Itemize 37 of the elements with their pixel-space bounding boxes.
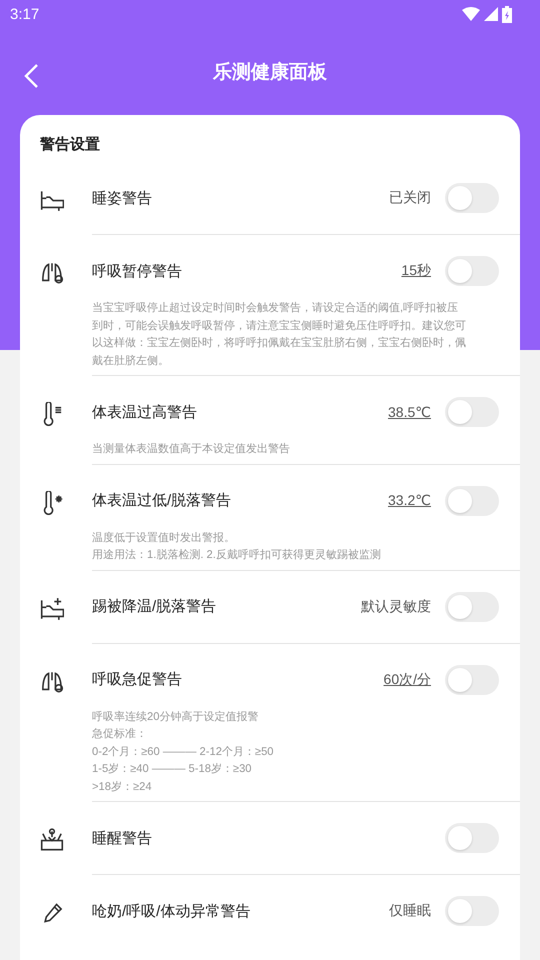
- alert-label: 体表温过低/脱落警告: [92, 491, 232, 510]
- alert-description: 当测量体表温数值高于本设定值发出警告: [92, 442, 291, 457]
- wifi-icon: [462, 7, 480, 21]
- alert-description: 呼吸率连续20分钟高于设定值报警 急促标准： 0-2个月：≥60 ——— 2-12个月：≥50 1-5岁：≥40 ——— 5-18岁：≥30 >18岁：≥24: [92, 710, 275, 794]
- signal-icon: [484, 7, 498, 21]
- toggle-switch[interactable]: [445, 486, 499, 516]
- row-icon: [40, 670, 64, 694]
- toggle-switch[interactable]: [445, 256, 499, 286]
- status-text: 仅睡眠: [389, 902, 431, 920]
- row-icon: [40, 828, 64, 852]
- threshold-value[interactable]: 38.5℃: [388, 404, 431, 420]
- clock-time: 3:17: [10, 6, 40, 22]
- alert-label: 体表温过高警告: [92, 402, 198, 422]
- alert-description: 温度低于设置值时发出警报。 用途用法：1.脱落检测. 2.反戴呼呼扣可获得更灵敏踢被监测: [92, 530, 382, 563]
- status-text: 默认灵敏度: [361, 598, 431, 616]
- threshold-value[interactable]: 60次/分: [384, 670, 431, 688]
- status-text: 已关闭: [389, 189, 431, 207]
- row-icon: [40, 261, 64, 285]
- page-title: 乐测健康面板: [213, 60, 327, 84]
- toggle-switch[interactable]: [445, 823, 499, 853]
- battery-icon: [502, 6, 512, 22]
- alert-label: 踢被降温/脱落警告: [92, 597, 218, 616]
- toggle-switch[interactable]: [445, 664, 499, 694]
- alert-label: 呼吸急促警告: [92, 670, 183, 689]
- threshold-value[interactable]: 15秒: [401, 262, 431, 280]
- row-icon: [40, 596, 64, 620]
- alert-description: 当宝宝呼吸停止超过设定时间时会触发警告，请设定合适的阈值,呼呼扣被压 到时，可能会误触发呼吸暂停，请注意宝宝侧睡时避免压住呼呼扣。建议您可 以这样做：宝宝左侧卧时，将呼呼扣佩戴在宝宝肚脐右侧，宝宝右侧卧时，佩 戴在肚脐左侧。: [92, 300, 467, 368]
- alert-label: 睡醒警告: [92, 828, 153, 848]
- threshold-value[interactable]: 33.2℃: [388, 492, 431, 509]
- alert-label: 睡姿警告: [92, 188, 153, 208]
- alert-label: 呛奶/呼吸/体动异常警告: [92, 902, 252, 920]
- toggle-switch[interactable]: [445, 397, 499, 427]
- section-title: 警告设置: [40, 135, 101, 154]
- alert-label: 呼吸暂停警告: [92, 262, 183, 280]
- toggle-switch[interactable]: [445, 183, 499, 213]
- toggle-switch[interactable]: [445, 896, 499, 926]
- toggle-switch[interactable]: [445, 592, 499, 622]
